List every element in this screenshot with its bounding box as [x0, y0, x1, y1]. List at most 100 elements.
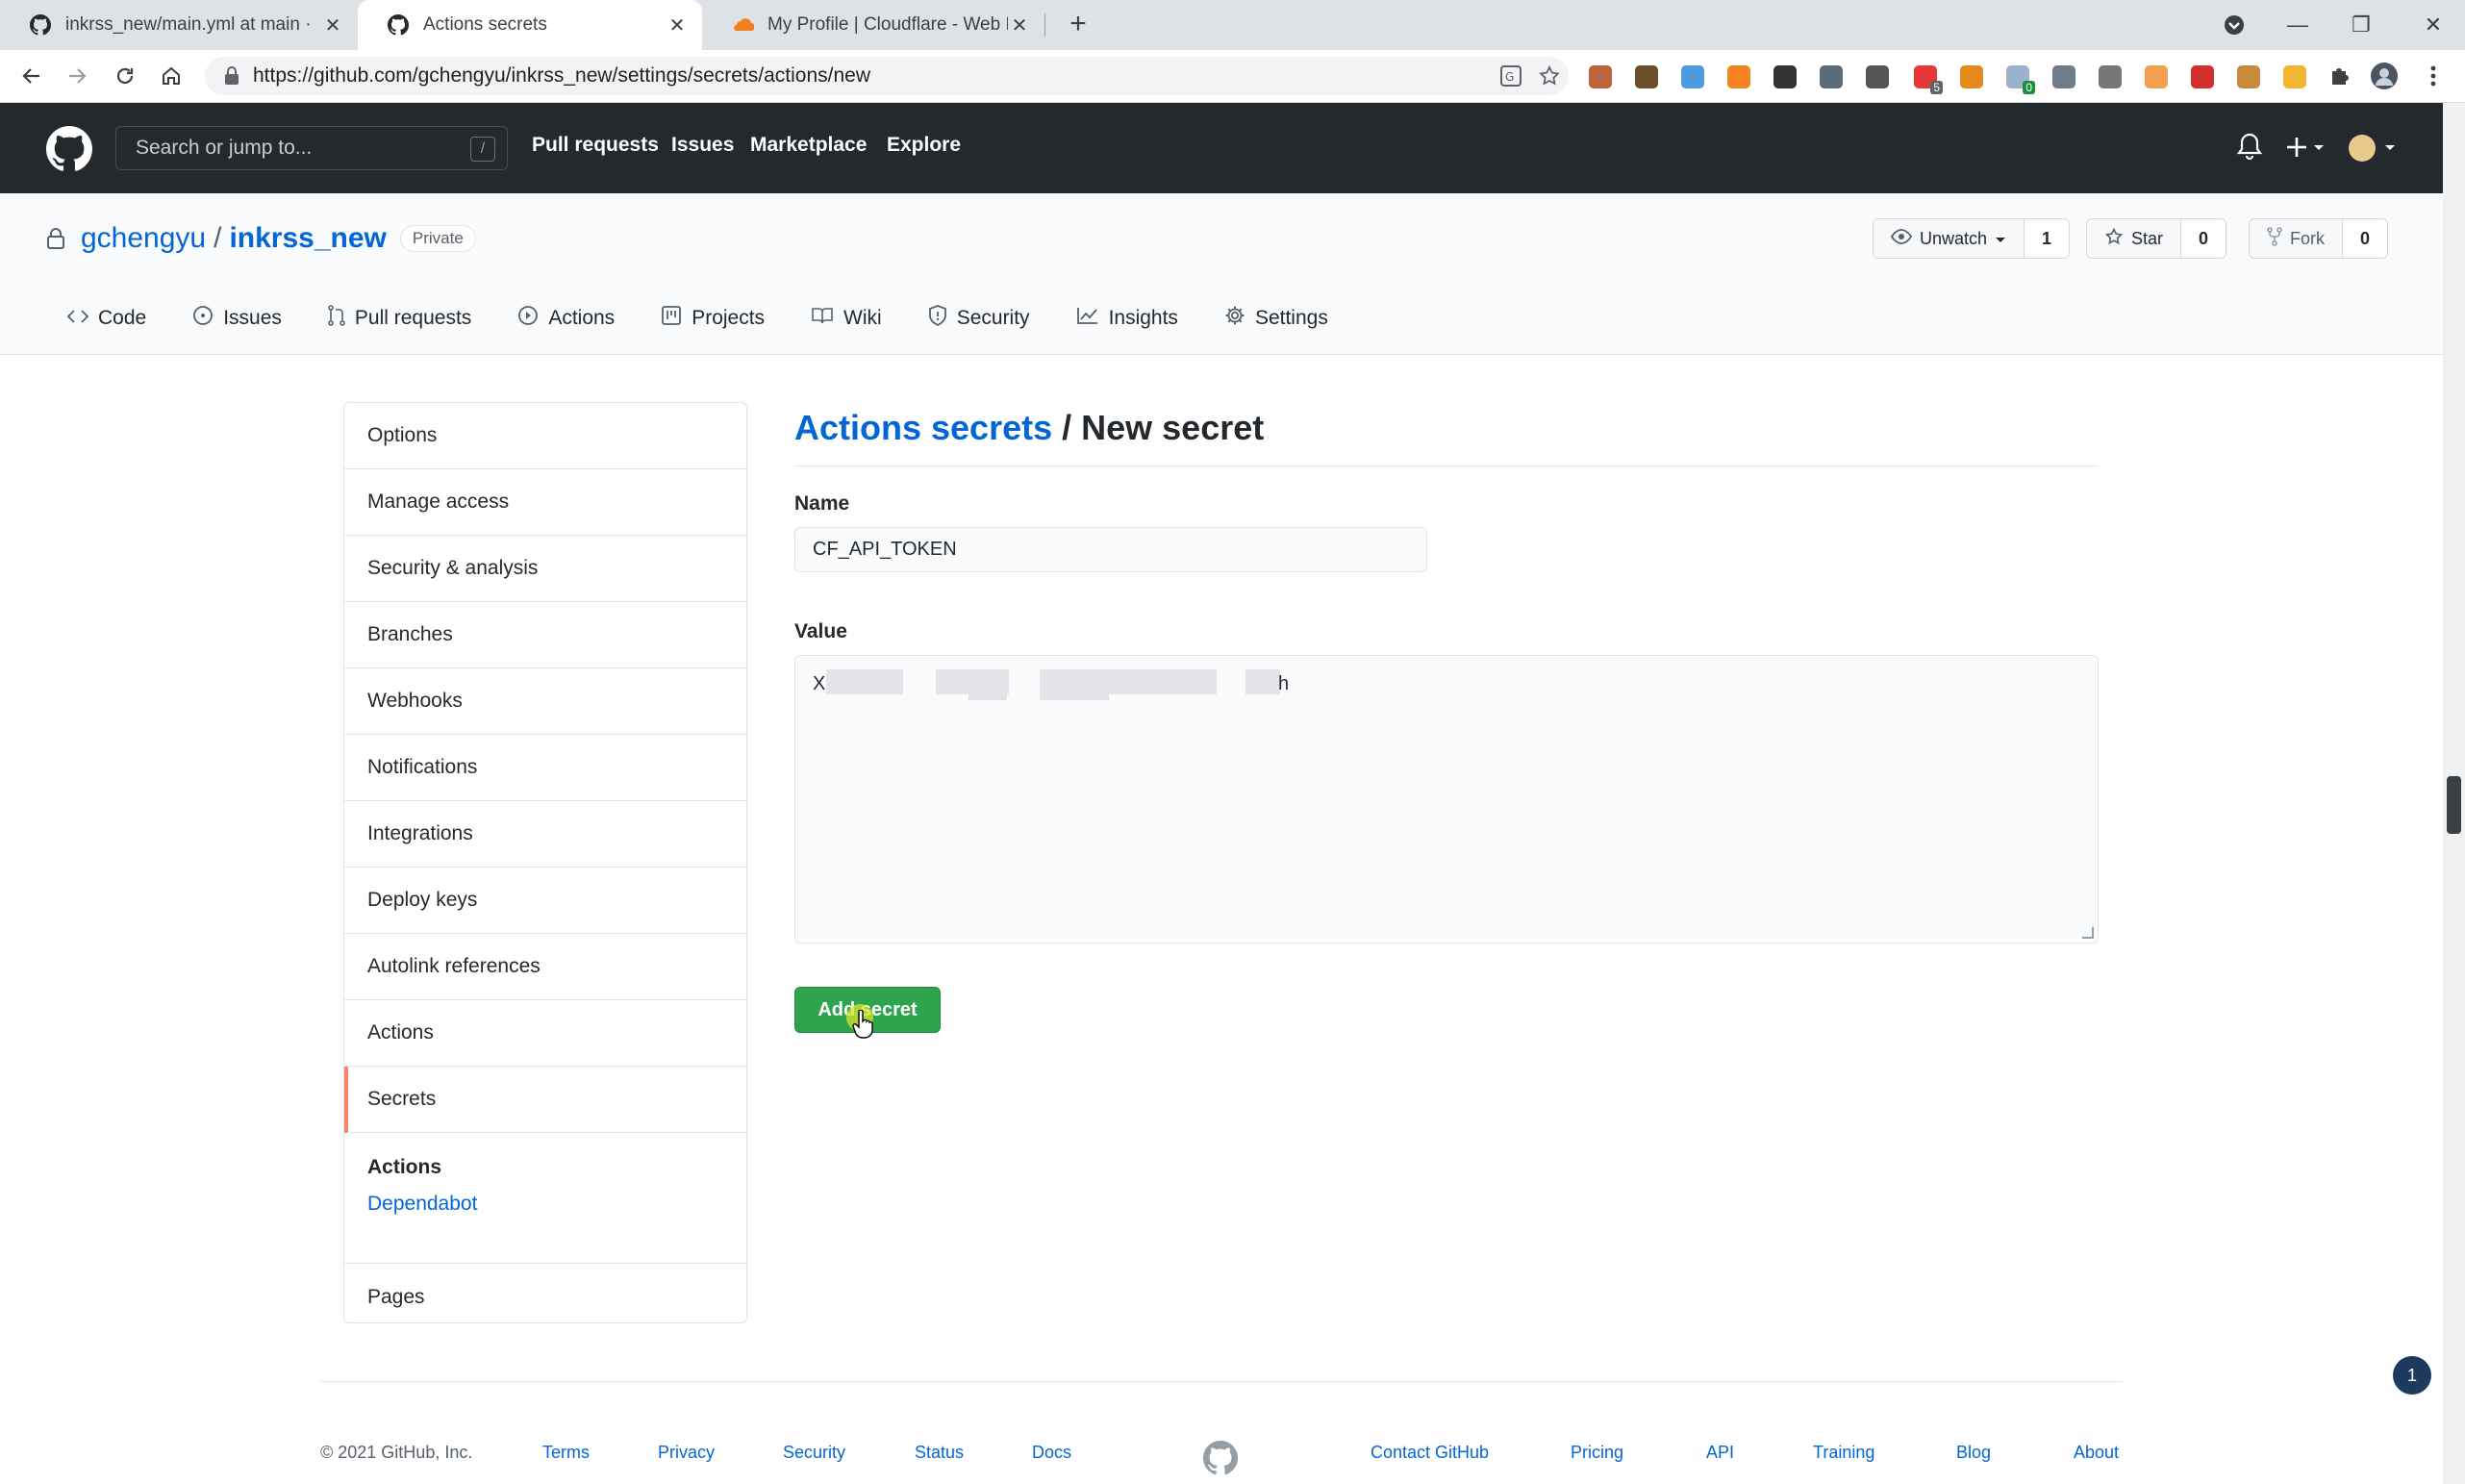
tab-insights[interactable]: Insights: [1076, 305, 1178, 332]
sidebar-subitem-dependabot[interactable]: Dependabot: [367, 1193, 723, 1216]
ext-3-icon[interactable]: [1681, 65, 1704, 88]
tab-issues[interactable]: Issues: [192, 305, 282, 332]
profile-avatar[interactable]: [2368, 60, 2401, 92]
repo-owner-link[interactable]: gchengyu: [81, 222, 206, 255]
fork-label: Fork: [2290, 228, 2325, 248]
tab-actions[interactable]: Actions: [517, 305, 615, 332]
sidebar-item-deploy-keys[interactable]: Deploy keys: [344, 868, 746, 934]
tab-label: Pull requests: [354, 307, 472, 329]
sidebar-item-integrations[interactable]: Integrations: [344, 801, 746, 868]
close-tab-icon[interactable]: ✕: [666, 13, 689, 37]
ext-1-icon[interactable]: [1589, 65, 1612, 88]
browser-tab-actions-secrets[interactable]: Actions secrets ✕: [358, 0, 702, 50]
ext-4-icon[interactable]: [1727, 65, 1750, 88]
footer-link-security[interactable]: Security: [783, 1443, 845, 1463]
tab-pull-requests[interactable]: Pull requests: [328, 305, 471, 332]
nav-pull-requests[interactable]: Pull requests: [532, 134, 659, 157]
footer-link-privacy[interactable]: Privacy: [658, 1443, 715, 1463]
scrollbar-thumb[interactable]: [2447, 776, 2461, 834]
footer-link-blog[interactable]: Blog: [1956, 1443, 1991, 1463]
browser-menu-icon[interactable]: [2417, 60, 2450, 92]
close-tab-icon[interactable]: ✕: [321, 13, 344, 37]
footer-link-terms[interactable]: Terms: [542, 1443, 590, 1463]
browser-tab-cloudflare[interactable]: My Profile | Cloudflare - Web P ✕: [702, 0, 1044, 50]
ext-5-icon[interactable]: [1773, 65, 1797, 88]
sidebar-item-options[interactable]: Options: [344, 403, 746, 469]
code-icon: [66, 307, 89, 330]
footer-link-api[interactable]: API: [1706, 1443, 1734, 1463]
footer-link-training[interactable]: Training: [1813, 1443, 1874, 1463]
fork-button[interactable]: Fork: [2250, 219, 2343, 258]
nav-marketplace[interactable]: Marketplace: [750, 134, 867, 157]
actions-secrets-link[interactable]: Actions secrets: [794, 408, 1052, 447]
ext-12-icon[interactable]: [2099, 65, 2122, 88]
sidebar-item-webhooks[interactable]: Webhooks: [344, 668, 746, 735]
sidebar-item-actions[interactable]: Actions: [344, 1000, 746, 1067]
github-logo-icon[interactable]: [46, 126, 92, 172]
footer-link-about[interactable]: About: [2074, 1443, 2119, 1463]
minimize-icon[interactable]: —: [2266, 0, 2329, 50]
forward-icon[interactable]: [61, 60, 93, 92]
sidebar-subitem-actions[interactable]: Actions: [367, 1156, 723, 1179]
ext-6-icon[interactable]: [1820, 65, 1843, 88]
nav-issues[interactable]: Issues: [671, 134, 734, 157]
ext-2-icon[interactable]: [1635, 65, 1658, 88]
close-window-icon[interactable]: ✕: [2402, 0, 2465, 50]
tab-search-icon[interactable]: [2202, 0, 2266, 50]
fork-count[interactable]: 0: [2343, 219, 2388, 258]
tab-security[interactable]: Security: [928, 305, 1030, 332]
ext-14-icon[interactable]: [2191, 65, 2214, 88]
nav-explore[interactable]: Explore: [887, 134, 961, 157]
sidebar-item-pages[interactable]: Pages: [344, 1264, 746, 1322]
ext-10-icon[interactable]: 0: [2006, 65, 2035, 94]
ext-7-icon[interactable]: [1866, 65, 1889, 88]
new-tab-button[interactable]: +: [1063, 10, 1094, 40]
ext-13-icon[interactable]: [2145, 65, 2168, 88]
sidebar-item-security-analysis[interactable]: Security & analysis: [344, 536, 746, 602]
sidebar-item-secrets[interactable]: Secrets: [344, 1067, 746, 1133]
tab-wiki[interactable]: Wiki: [811, 305, 882, 332]
translate-icon[interactable]: G: [1492, 65, 1530, 87]
sidebar-item-autolink-references[interactable]: Autolink references: [344, 934, 746, 1000]
user-avatar-menu[interactable]: [2347, 133, 2401, 168]
star-button[interactable]: Star: [2087, 219, 2182, 258]
extensions-puzzle-icon[interactable]: [2323, 60, 2355, 92]
lock-icon[interactable]: [224, 66, 239, 86]
footer-github-logo-icon[interactable]: [1203, 1441, 1238, 1480]
star-count[interactable]: 0: [2181, 219, 2226, 258]
unwatch-button[interactable]: Unwatch: [1874, 219, 2025, 258]
notification-count-badge[interactable]: 1: [2393, 1356, 2431, 1395]
footer-link-pricing[interactable]: Pricing: [1571, 1443, 1623, 1463]
ext-11-icon[interactable]: [2052, 65, 2075, 88]
bookmark-star-icon[interactable]: [1530, 64, 1569, 88]
browser-tab-main-yml[interactable]: inkrss_new/main.yml at main · ✕: [0, 0, 358, 50]
tab-settings[interactable]: Settings: [1224, 305, 1328, 332]
ext-9-icon[interactable]: [1960, 65, 1983, 88]
secret-value-textarea[interactable]: X h: [794, 655, 2099, 943]
ext-15-icon[interactable]: [2237, 65, 2260, 88]
notifications-bell-icon[interactable]: [2236, 132, 2263, 165]
home-icon[interactable]: [155, 60, 188, 92]
restore-icon[interactable]: ❐: [2329, 0, 2393, 50]
textarea-resize-handle[interactable]: [2082, 927, 2094, 939]
footer-link-docs[interactable]: Docs: [1032, 1443, 1071, 1463]
sidebar-item-notifications[interactable]: Notifications: [344, 735, 746, 801]
watch-count[interactable]: 1: [2025, 219, 2070, 258]
sidebar-item-branches[interactable]: Branches: [344, 602, 746, 668]
create-new-plus-icon[interactable]: [2287, 136, 2326, 163]
secret-name-input[interactable]: CF_API_TOKEN: [794, 527, 1427, 572]
tab-projects[interactable]: Projects: [661, 305, 765, 332]
github-search-input[interactable]: Search or jump to... /: [115, 126, 508, 170]
reload-icon[interactable]: [109, 60, 141, 92]
footer-link-status[interactable]: Status: [915, 1443, 964, 1463]
sidebar-item-manage-access[interactable]: Manage access: [344, 469, 746, 536]
address-bar[interactable]: https://github.com/gchengyu/inkrss_new/s…: [205, 57, 1569, 95]
page-scrollbar[interactable]: [2443, 103, 2465, 1484]
ext-16-icon[interactable]: [2283, 65, 2306, 88]
ext-8-icon[interactable]: 5: [1914, 65, 1943, 94]
tab-code[interactable]: Code: [66, 305, 146, 332]
repo-name-link[interactable]: inkrss_new: [229, 222, 386, 255]
back-icon[interactable]: [15, 60, 48, 92]
close-tab-icon[interactable]: ✕: [1008, 13, 1031, 37]
footer-link-contact[interactable]: Contact GitHub: [1371, 1443, 1489, 1463]
